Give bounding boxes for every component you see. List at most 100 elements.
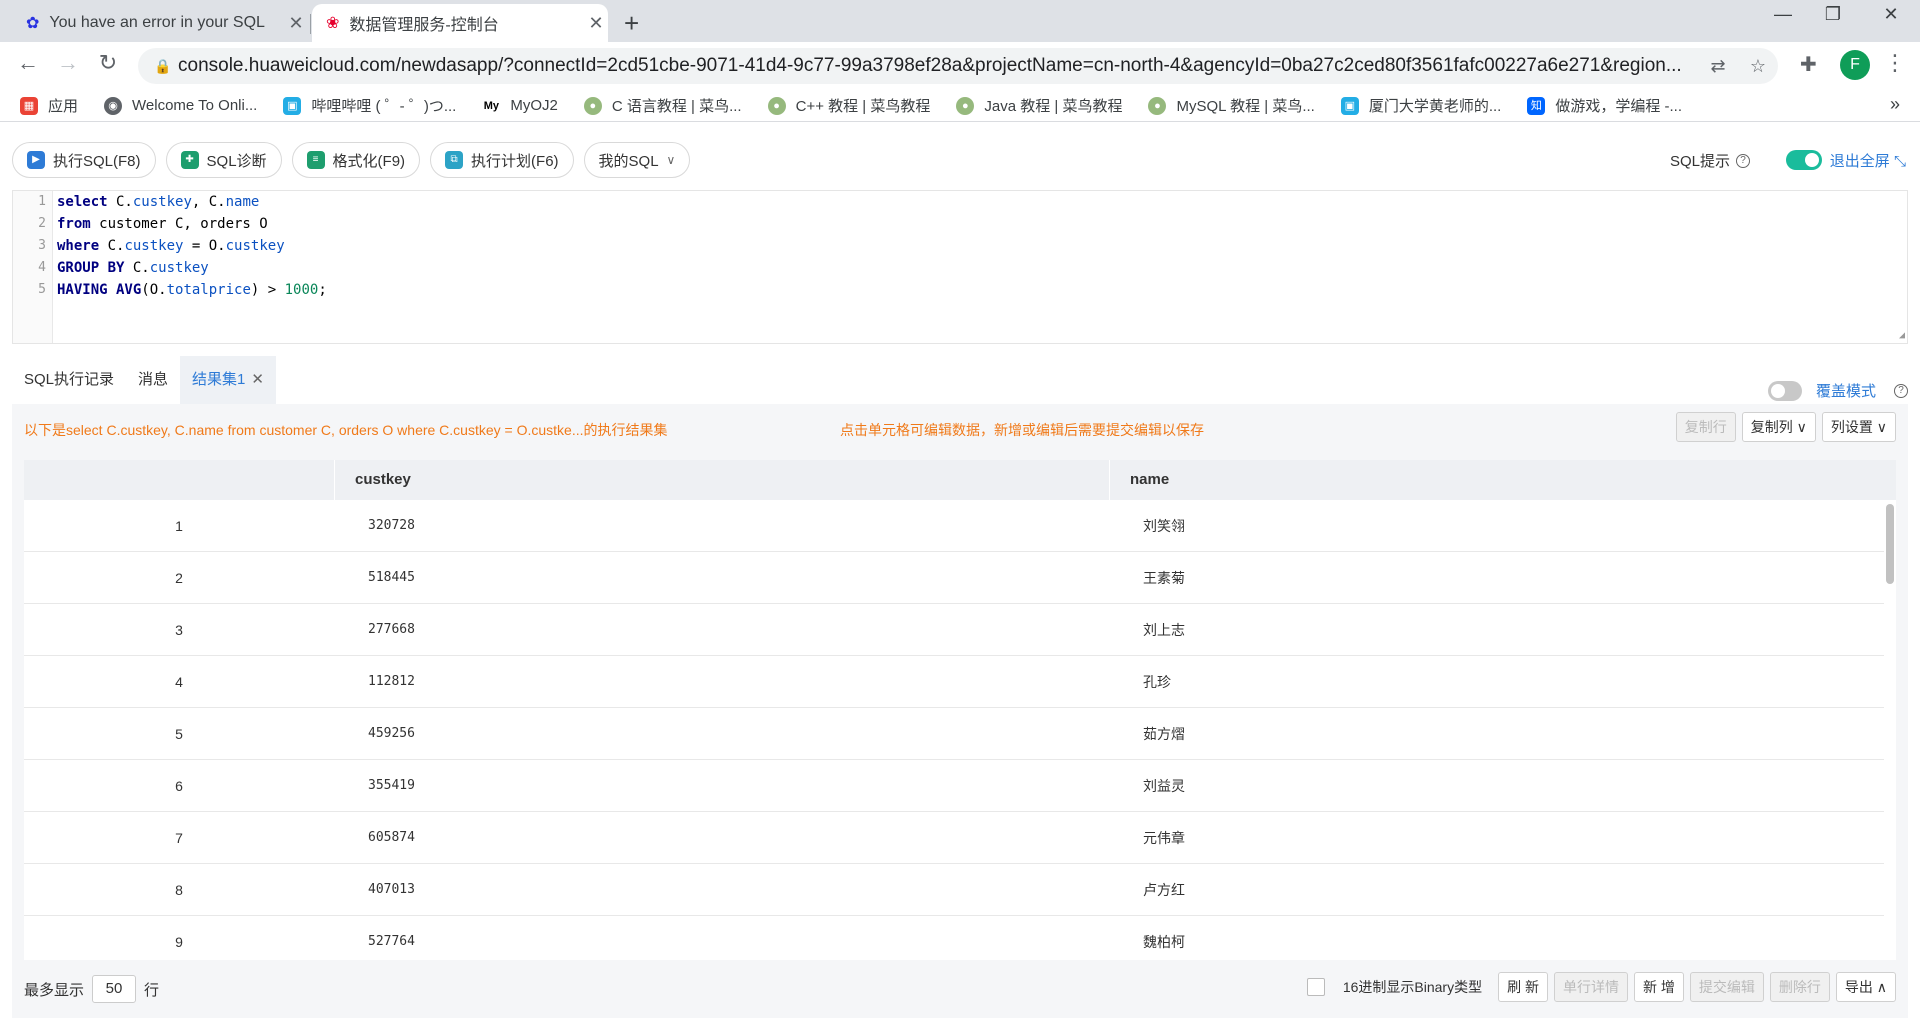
column-settings-dropdown[interactable]: 列设置 ∨ bbox=[1821, 412, 1896, 442]
bookmark-item[interactable]: ● MySQL 教程 | 菜鸟... bbox=[1148, 95, 1315, 116]
button-label: SQL诊断 bbox=[206, 152, 267, 170]
my-sql-dropdown[interactable]: 我的SQL ∨ bbox=[583, 142, 691, 178]
bookmark-item[interactable]: 知做游戏，学编程 -... bbox=[1527, 95, 1682, 116]
chevron-more-icon[interactable]: » bbox=[1890, 94, 1900, 115]
delete-row-button[interactable]: 删除行 bbox=[1769, 972, 1830, 1002]
max-rows-input[interactable]: 50 bbox=[92, 975, 137, 1003]
minimize-button[interactable]: — bbox=[1758, 4, 1808, 25]
window-close-button[interactable]: ✕ bbox=[1866, 4, 1916, 25]
bookmark-item[interactable]: ● C 语言教程 | 菜鸟... bbox=[583, 95, 742, 116]
reload-button[interactable]: ↻ bbox=[92, 50, 124, 76]
translate-icon[interactable]: ⇄ bbox=[1698, 56, 1738, 77]
sql-hint-toggle[interactable] bbox=[1786, 150, 1822, 170]
browser-tab-console[interactable]: ❀ 数据管理服务-控制台 ✕ bbox=[312, 4, 608, 42]
exec-plan-button[interactable]: ⧉ 执行计划(F6) bbox=[430, 142, 574, 178]
cell-custkey[interactable]: 320728 bbox=[334, 500, 1109, 551]
button-label: 格式化(F9) bbox=[332, 152, 406, 170]
cell-custkey[interactable]: 407013 bbox=[334, 864, 1109, 915]
cover-mode-toggle[interactable] bbox=[1767, 380, 1802, 401]
row-number: 3 bbox=[175, 622, 183, 638]
apps-grid-icon: ▦ bbox=[20, 96, 38, 115]
table-row[interactable]: 7 605874 元伟章 bbox=[24, 812, 1884, 864]
runoob-icon: ● bbox=[583, 96, 602, 115]
runoob-icon: ● bbox=[1148, 96, 1167, 115]
cell-name[interactable]: 刘笑翎 bbox=[1109, 500, 1884, 551]
cell-name[interactable]: 卢方红 bbox=[1109, 864, 1884, 915]
help-icon[interactable]: ? bbox=[1736, 153, 1750, 168]
table-row[interactable]: 5 459256 茹方熠 bbox=[24, 708, 1884, 760]
cell-name[interactable]: 元伟章 bbox=[1109, 812, 1884, 863]
back-button[interactable]: ← bbox=[12, 50, 44, 76]
bookmark-apps[interactable]: ▦ 应用 bbox=[20, 95, 78, 116]
table-row[interactable]: 3 277668 刘上志 bbox=[24, 604, 1884, 656]
table-row[interactable]: 4 112812 孔珍 bbox=[24, 656, 1884, 708]
new-tab-button[interactable]: + bbox=[624, 8, 639, 39]
grid-header: custkey name bbox=[24, 460, 1896, 500]
cell-name[interactable]: 刘益灵 bbox=[1109, 760, 1884, 811]
table-row[interactable]: 8 407013 卢方红 bbox=[24, 864, 1884, 916]
format-button[interactable]: ≡ 格式化(F9) bbox=[291, 142, 421, 178]
cell-name[interactable]: 王素菊 bbox=[1109, 552, 1884, 603]
bookmark-item[interactable]: ◉ Welcome To Onli... bbox=[104, 96, 257, 115]
cell-custkey[interactable]: 355419 bbox=[334, 760, 1109, 811]
table-row[interactable]: 1 320728 刘笑翎 bbox=[24, 500, 1884, 552]
cell-name[interactable]: 刘上志 bbox=[1109, 604, 1884, 655]
bookmark-label: C 语言教程 | 菜鸟... bbox=[611, 98, 742, 115]
address-bar[interactable]: 🔒 console.huaweicloud.com/newdasapp/?con… bbox=[138, 48, 1778, 84]
run-sql-button[interactable]: ▶ 执行SQL(F8) bbox=[12, 142, 156, 178]
add-row-button[interactable]: 新 增 bbox=[1633, 972, 1684, 1002]
column-header[interactable]: name bbox=[1109, 460, 1896, 500]
vertical-scrollbar[interactable] bbox=[1886, 504, 1894, 584]
star-icon[interactable]: ☆ bbox=[1738, 56, 1778, 77]
close-icon[interactable]: ✕ bbox=[584, 13, 608, 34]
bookmark-item[interactable]: ● Java 教程 | 菜鸟教程 bbox=[956, 95, 1122, 116]
submit-edit-button[interactable]: 提交编辑 bbox=[1689, 972, 1764, 1002]
copy-row-button[interactable]: 复制行 bbox=[1675, 412, 1736, 442]
bookmark-item[interactable]: ● C++ 教程 | 菜鸟教程 bbox=[767, 95, 930, 116]
tab-messages[interactable]: 消息 bbox=[126, 356, 180, 404]
row-detail-button[interactable]: 单行详情 bbox=[1553, 972, 1628, 1002]
cell-custkey[interactable]: 605874 bbox=[334, 812, 1109, 863]
table-row[interactable]: 6 355419 刘益灵 bbox=[24, 760, 1884, 812]
tab-label: 结果集1 bbox=[192, 371, 246, 388]
table-row[interactable]: 9 527764 魏柏柯 bbox=[24, 916, 1884, 960]
forward-button[interactable]: → bbox=[52, 50, 84, 76]
cell-custkey[interactable]: 277668 bbox=[334, 604, 1109, 655]
hex-binary-checkbox[interactable] bbox=[1306, 978, 1325, 996]
close-icon[interactable]: ✕ bbox=[284, 13, 308, 34]
cell-custkey[interactable]: 112812 bbox=[334, 656, 1109, 707]
restore-button[interactable]: ❐ bbox=[1808, 4, 1858, 25]
collapse-icon: ⤡ bbox=[1893, 153, 1906, 170]
bookmark-item[interactable]: My MyOJ2 bbox=[482, 96, 558, 115]
close-icon[interactable]: ✕ bbox=[251, 371, 264, 388]
cell-name[interactable]: 孔珍 bbox=[1109, 656, 1884, 707]
browser-tab-error[interactable]: ✿ You have an error in your SQL ✕ bbox=[12, 4, 308, 42]
column-header[interactable]: custkey bbox=[334, 460, 1109, 500]
bookmark-item[interactable]: ▣ 哔哩哔哩 ( ゜- ゜)つ... bbox=[283, 95, 456, 116]
sql-editor[interactable]: 1 2 3 4 5 select C.custkey, C.name from … bbox=[12, 190, 1908, 344]
copy-column-dropdown[interactable]: 复制列 ∨ bbox=[1741, 412, 1816, 442]
resize-handle[interactable]: ◢ bbox=[1899, 330, 1905, 341]
cell-name[interactable]: 茹方熠 bbox=[1109, 708, 1884, 759]
refresh-button[interactable]: 刷 新 bbox=[1498, 972, 1548, 1002]
cell-name[interactable]: 魏柏柯 bbox=[1109, 916, 1884, 960]
tab-result-1[interactable]: 结果集1 ✕ bbox=[180, 356, 276, 404]
medkit-icon: ✚ bbox=[180, 151, 199, 169]
zhihu-icon: 知 bbox=[1527, 96, 1546, 115]
menu-icon[interactable]: ⋮ bbox=[1884, 50, 1906, 76]
sql-code[interactable]: select C.custkey, C.name from customer C… bbox=[57, 191, 327, 301]
bookmark-item[interactable]: ▣ 厦门大学黄老师的... bbox=[1340, 95, 1501, 116]
sql-diagnose-button[interactable]: ✚ SQL诊断 bbox=[165, 142, 282, 178]
globe-icon: ◉ bbox=[104, 96, 123, 115]
row-number: 7 bbox=[175, 830, 183, 846]
exit-fullscreen-button[interactable]: 退出全屏 ⤡ bbox=[1830, 150, 1906, 171]
export-dropdown[interactable]: 导出 ∧ bbox=[1835, 972, 1896, 1002]
cell-custkey[interactable]: 459256 bbox=[334, 708, 1109, 759]
profile-avatar[interactable]: F bbox=[1840, 50, 1870, 80]
help-icon[interactable]: ? bbox=[1888, 380, 1908, 398]
tab-sql-history[interactable]: SQL执行记录 bbox=[12, 356, 126, 404]
cell-custkey[interactable]: 527764 bbox=[334, 916, 1109, 960]
table-row[interactable]: 2 518445 王素菊 bbox=[24, 552, 1884, 604]
cell-custkey[interactable]: 518445 bbox=[334, 552, 1109, 603]
extensions-icon[interactable]: ✚ bbox=[1800, 52, 1817, 77]
